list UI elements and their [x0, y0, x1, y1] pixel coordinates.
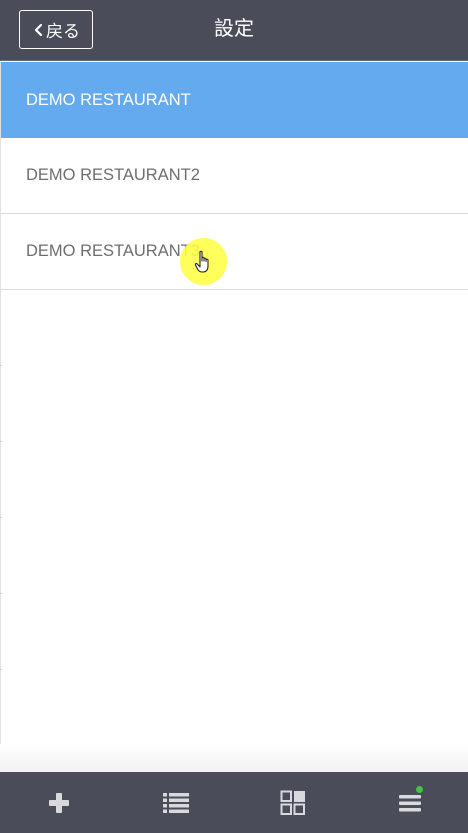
menu-icon	[398, 794, 421, 811]
notification-dot	[416, 786, 423, 793]
empty-row	[0, 366, 468, 442]
tab-add[interactable]	[0, 772, 117, 833]
empty-row	[0, 442, 468, 518]
empty-row	[0, 594, 468, 670]
tab-list[interactable]	[117, 772, 234, 833]
plus-icon	[48, 792, 69, 813]
list-icon	[162, 792, 189, 813]
list-item-restaurant-2[interactable]: DEMO RESTAURANT2	[1, 138, 468, 214]
list-item-label: DEMO RESTAURANT3	[26, 242, 200, 260]
bottom-tab-bar	[0, 772, 468, 833]
back-button-label: 戻る	[46, 22, 80, 42]
grid-icon	[280, 790, 305, 815]
tab-grid[interactable]	[234, 772, 351, 833]
list-item-restaurant-1[interactable]: DEMO RESTAURANT	[1, 62, 468, 138]
restaurant-list: DEMO RESTAURANT DEMO RESTAURANT2 DEMO RE…	[0, 62, 468, 744]
tab-menu[interactable]	[351, 772, 468, 833]
list-item-restaurant-3[interactable]: DEMO RESTAURANT3	[1, 214, 468, 290]
list-item-label: DEMO RESTAURANT2	[26, 166, 200, 184]
back-button[interactable]: 戻る	[19, 10, 93, 49]
tabbar-divider	[0, 744, 468, 772]
chevron-left-icon	[34, 23, 43, 36]
header-bar: 戻る 設定	[0, 0, 468, 61]
empty-row	[0, 518, 468, 594]
empty-row	[0, 290, 468, 366]
list-item-label: DEMO RESTAURANT	[26, 90, 191, 109]
app-screen: 戻る 設定 DEMO RESTAURANT DEMO RESTAURANT2 D…	[0, 0, 468, 833]
